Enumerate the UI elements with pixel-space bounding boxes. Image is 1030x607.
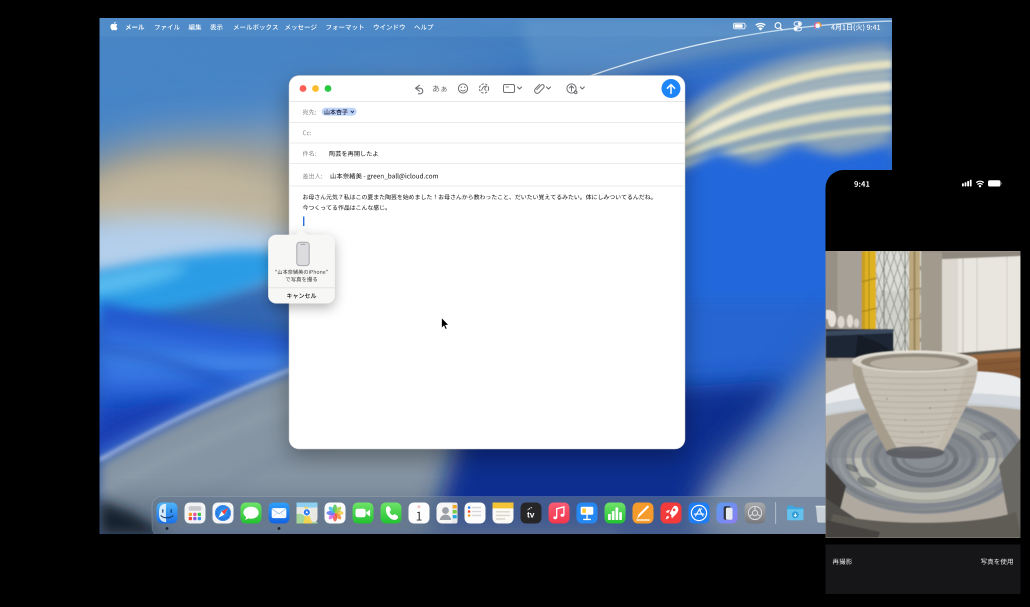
svg-text:tv: tv bbox=[527, 510, 535, 520]
